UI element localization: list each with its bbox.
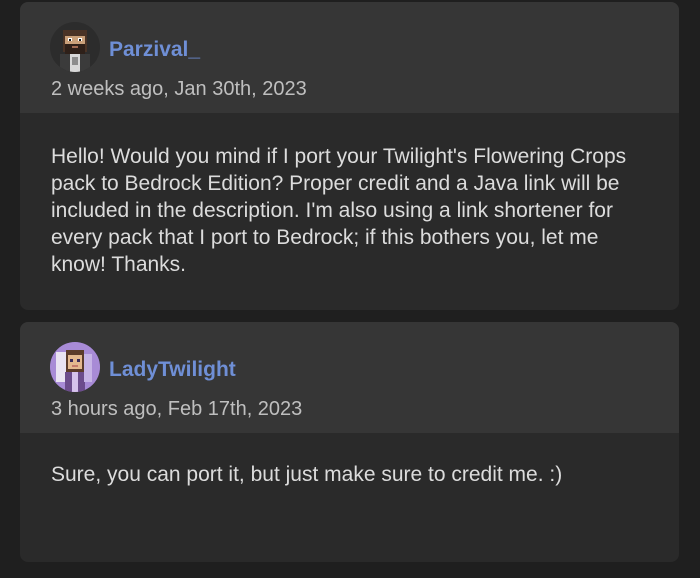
avatar[interactable] <box>50 22 100 72</box>
username-link[interactable]: LadyTwilight <box>109 358 236 382</box>
comment-timestamp: 3 hours ago, Feb 17th, 2023 <box>51 398 303 420</box>
comment-body: Sure, you can port it, but just make sur… <box>51 463 563 486</box>
avatar[interactable] <box>50 342 100 392</box>
minecraft-skin-avatar-icon <box>50 22 100 72</box>
minecraft-skin-avatar-icon <box>50 342 100 392</box>
comment-header: Parzival_ 2 weeks ago, Jan 30th, 2023 <box>20 2 679 113</box>
username-link[interactable]: Parzival_ <box>109 38 200 62</box>
comment-header: LadyTwilight 3 hours ago, Feb 17th, 2023 <box>20 322 679 433</box>
comment-timestamp: 2 weeks ago, Jan 30th, 2023 <box>51 78 307 100</box>
comment-body: Hello! Would you mind if I port your Twi… <box>51 145 627 276</box>
comment-card: LadyTwilight 3 hours ago, Feb 17th, 2023… <box>20 322 679 562</box>
comment-thread: Parzival_ 2 weeks ago, Jan 30th, 2023 He… <box>0 0 700 578</box>
comment-card: Parzival_ 2 weeks ago, Jan 30th, 2023 He… <box>20 2 679 310</box>
